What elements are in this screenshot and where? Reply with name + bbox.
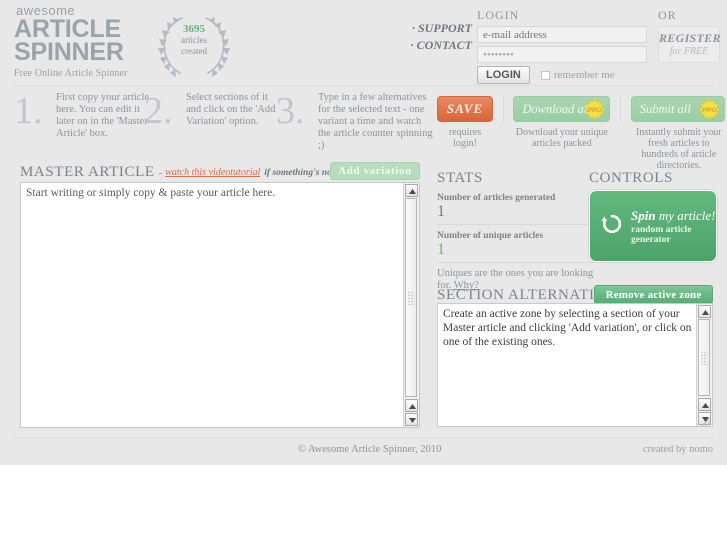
register-sublabel: for FREE: [669, 46, 709, 57]
spin-sublabel: random article generator: [631, 225, 692, 245]
stats-title: STATS: [437, 170, 483, 186]
step-text: Type in a few alternatives for the selec…: [318, 92, 433, 151]
header-divider: [14, 85, 713, 86]
wreath-stats: 3695 articles created: [152, 24, 236, 57]
resize-handle-icon[interactable]: [700, 414, 711, 427]
spin-button-labels: Spin my article! random article generato…: [631, 207, 716, 246]
remember-me-label: remember me: [553, 69, 615, 81]
step-item: 1. First copy your article here. You can…: [14, 92, 154, 140]
register-button[interactable]: REGISTER for FREE: [658, 26, 720, 63]
scroll-up-button-secondary[interactable]: [405, 399, 418, 412]
submit-all-button[interactable]: Submit all PRO: [630, 96, 725, 122]
app-page: awesome ARTICLE SPINNER Free Online Arti…: [0, 0, 727, 465]
nav-link-support[interactable]: · SUPPORT: [396, 20, 472, 37]
header-nav: · SUPPORT · CONTACT: [396, 20, 472, 54]
download-all-label: Download all: [522, 101, 591, 116]
step-text: First copy your article here. You can ed…: [56, 92, 150, 139]
scrollbar-thumb[interactable]: [698, 319, 710, 396]
login-caption: LOGIN: [477, 8, 520, 22]
scroll-up-button-secondary[interactable]: [698, 398, 711, 411]
scrollbar-grip-icon: [700, 350, 708, 365]
articles-created-label-2: created: [181, 46, 207, 56]
generated-value: 1: [437, 203, 445, 220]
logo-tagline: Free Online Article Spinner: [14, 68, 128, 79]
scrollbar-thumb[interactable]: [405, 198, 417, 397]
stats-divider: [437, 224, 594, 225]
add-variation-button[interactable]: Add variation: [330, 162, 420, 180]
register-block: OR REGISTER for FREE: [658, 8, 720, 63]
generated-label: Number of articles generated: [437, 193, 556, 203]
download-all-button[interactable]: Download all PRO: [513, 96, 611, 122]
title-dash: -: [158, 166, 163, 179]
password-field[interactable]: [477, 46, 647, 63]
login-button[interactable]: LOGIN: [477, 66, 530, 84]
scroll-down-button[interactable]: [405, 413, 418, 426]
spin-label-strong: Spin: [631, 208, 656, 223]
controls-title: CONTROLS: [589, 170, 673, 186]
master-article-title: MASTER ARTICLE: [20, 164, 155, 180]
pro-badge-icon: PRO: [584, 99, 606, 120]
master-article-textarea[interactable]: Start writing or simply copy & paste you…: [20, 182, 420, 428]
scroll-up-button[interactable]: [405, 184, 418, 197]
step-number: 2.: [144, 90, 173, 132]
svg-text:PRO: PRO: [702, 107, 716, 114]
logo-line-spinner: SPINNER: [14, 38, 124, 66]
action-buttons: SAVE requires login! Download all PRO Do…: [437, 96, 727, 171]
section-alternatives-placeholder: Create an active zone by selecting a sec…: [443, 308, 692, 348]
spin-my-article-button[interactable]: Spin my article! random article generato…: [589, 190, 717, 262]
checkbox-box[interactable]: [540, 70, 550, 80]
submit-all-label: Submit all: [639, 101, 691, 116]
login-actions: LOGIN remember me: [477, 66, 647, 84]
articles-created-label-1: articles: [181, 35, 207, 45]
unique-value: 1: [437, 241, 445, 258]
videotutorial-link[interactable]: watch this videotutorial: [165, 167, 260, 178]
logo[interactable]: awesome ARTICLE SPINNER Free Online Arti…: [14, 4, 154, 80]
refresh-icon: [601, 213, 623, 240]
spin-label-line: Spin my article!: [631, 208, 716, 223]
spin-label-rest: my article!: [655, 208, 716, 223]
alternatives-scrollbar[interactable]: [696, 304, 712, 426]
section-alternatives-textarea[interactable]: Create an active zone by selecting a sec…: [437, 303, 713, 427]
scroll-up-button[interactable]: [698, 305, 711, 318]
download-all-note: Download your unique articles packed: [515, 127, 608, 149]
email-field[interactable]: [477, 26, 647, 43]
save-note: requires login!: [448, 127, 482, 149]
footer-divider: [14, 437, 713, 438]
scrollbar-grip-icon: [407, 290, 415, 305]
pro-badge-icon: PRO: [698, 99, 720, 120]
save-action: SAVE requires login!: [437, 96, 493, 171]
login-form: LOGIN LOGIN remember me: [477, 8, 647, 84]
save-button[interactable]: SAVE: [437, 96, 493, 122]
register-label: REGISTER: [659, 31, 721, 45]
master-article-placeholder: Start writing or simply copy & paste you…: [26, 187, 276, 199]
master-article-scrollbar[interactable]: [403, 183, 419, 427]
page-header: awesome ARTICLE SPINNER Free Online Arti…: [0, 0, 727, 88]
submit-all-note: Instantly submit your fresh articles to …: [636, 127, 722, 171]
download-all-action: Download all PRO Download your unique ar…: [513, 96, 611, 171]
laurel-wreath-badge: 3695 articles created: [152, 12, 236, 78]
svg-text:PRO: PRO: [588, 107, 602, 114]
step-number: 3.: [276, 90, 305, 132]
step-item: 2. Select sections of it and click on th…: [144, 90, 279, 132]
remove-active-zone-button[interactable]: Remove active zone: [594, 285, 713, 304]
submit-all-action: Submit all PRO Instantly submit your fre…: [630, 96, 727, 171]
stats-divider: [437, 262, 594, 263]
or-caption: OR: [658, 8, 677, 22]
step-item: 3. Type in a few alternatives for the se…: [276, 92, 436, 152]
unique-label: Number of unique articles: [437, 231, 544, 241]
stats-panel: STATS Number of articles generated 1 Num…: [437, 170, 594, 292]
articles-created-count: 3695: [183, 23, 205, 35]
nav-link-contact[interactable]: · CONTACT: [396, 37, 472, 54]
step-text: Select sections of it and click on the '…: [186, 92, 276, 127]
copyright-text: © Awesome Article Spinner, 2010: [298, 444, 442, 455]
remember-me-checkbox[interactable]: remember me: [537, 69, 615, 81]
step-number: 1.: [14, 90, 43, 132]
credit-text: created by nomo: [643, 444, 713, 455]
page-footer: © Awesome Article Spinner, 2010 created …: [14, 444, 713, 455]
